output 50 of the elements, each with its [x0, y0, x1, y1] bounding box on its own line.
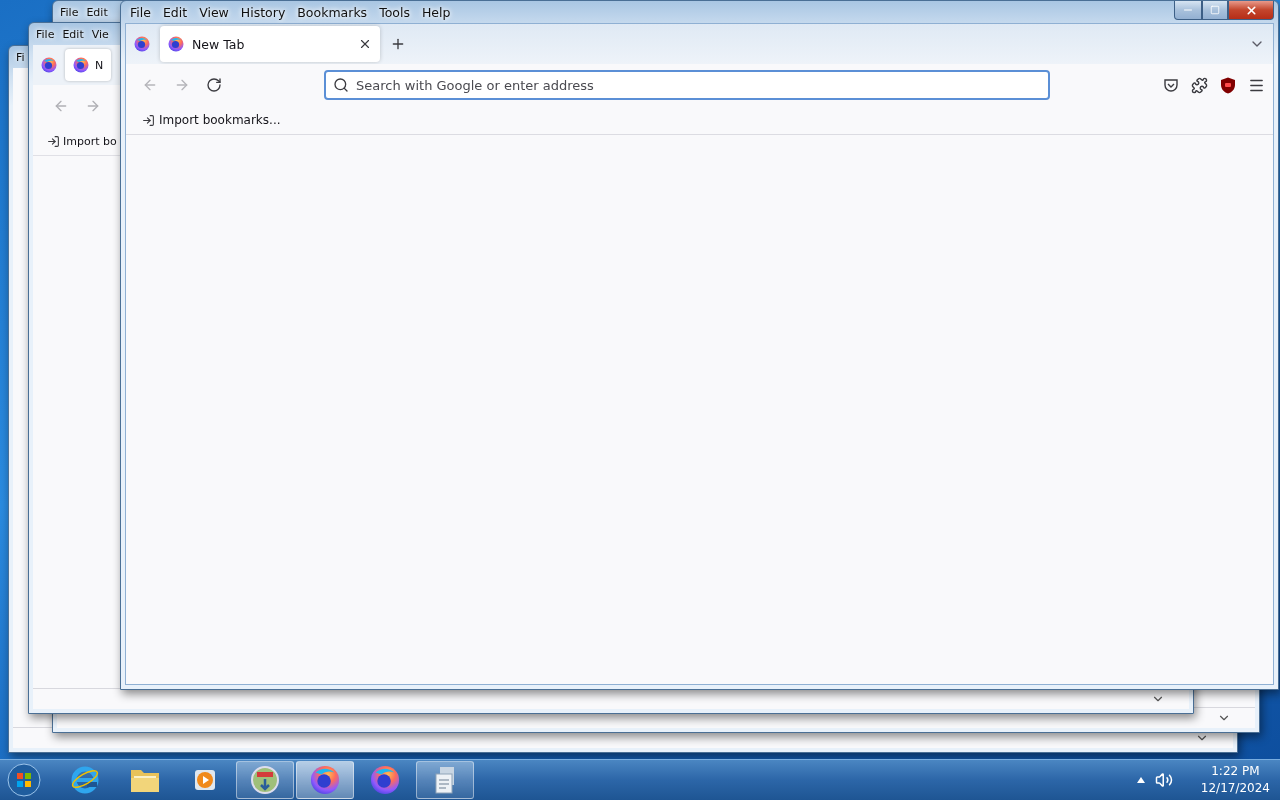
menu-item[interactable]: Help	[416, 3, 456, 21]
import-bookmarks-button[interactable]: Import bookmarks...	[138, 111, 285, 129]
close-icon	[1244, 3, 1258, 17]
import-icon	[47, 134, 60, 148]
taskbar-app-button[interactable]	[236, 761, 294, 799]
firefox-icon	[73, 57, 89, 73]
clock[interactable]: 1:22 PM 12/17/2024	[1200, 763, 1270, 797]
globe-disc-icon	[250, 765, 280, 795]
minimize-button[interactable]	[1174, 1, 1202, 20]
taskbar-app-button[interactable]	[296, 761, 354, 799]
media-player-icon	[192, 767, 218, 793]
menu-item[interactable]: Edit	[59, 26, 87, 42]
menu-item[interactable]: Bookmarks	[292, 3, 373, 21]
tray-expand-button[interactable]	[1136, 777, 1145, 783]
menu-item[interactable]: History	[235, 3, 291, 21]
menu-item[interactable]: Vie	[88, 26, 112, 42]
address-field[interactable]: Search with Google or enter address	[324, 70, 1050, 100]
start-button[interactable]	[4, 761, 44, 799]
reload-icon	[206, 77, 222, 93]
menu-item[interactable]: Edit	[157, 3, 193, 21]
browser-e-icon	[70, 765, 100, 795]
firefox-icon	[168, 36, 184, 52]
firefox-icon	[41, 57, 57, 73]
browser-tab[interactable]: N	[65, 49, 112, 81]
menu-item[interactable]: View	[194, 3, 234, 21]
menu-item[interactable]: Tools	[374, 3, 415, 21]
bookmark-label[interactable]: Import bo	[63, 134, 117, 148]
taskbar-app-button[interactable]	[416, 761, 474, 799]
volume-button[interactable]	[1154, 771, 1173, 789]
clock-time: 1:22 PM	[1211, 763, 1260, 780]
browser-tab[interactable]: New Tab	[160, 26, 380, 62]
firefox-icon	[310, 765, 340, 795]
new-tab-icon[interactable]	[390, 36, 406, 52]
menu-item[interactable]: File	[57, 4, 82, 20]
menu-item[interactable]: File	[33, 26, 58, 42]
close-button[interactable]	[1228, 1, 1274, 20]
import-icon	[142, 113, 155, 127]
maximize-button[interactable]	[1202, 1, 1228, 20]
maximize-icon	[1210, 5, 1220, 15]
firefox-icon	[370, 765, 400, 795]
search-icon	[333, 77, 349, 93]
firefox-icon	[134, 36, 150, 52]
close-tab-icon[interactable]	[358, 37, 372, 51]
menu-item[interactable]: File	[125, 3, 156, 21]
puzzle-icon[interactable]	[1191, 76, 1208, 94]
menu-item[interactable]: Fi	[13, 49, 28, 65]
pocket-icon[interactable]	[1163, 77, 1179, 93]
menu-item[interactable]: Edit	[83, 4, 111, 20]
shield-icon[interactable]	[1220, 76, 1236, 94]
clock-date: 12/17/2024	[1200, 780, 1270, 797]
